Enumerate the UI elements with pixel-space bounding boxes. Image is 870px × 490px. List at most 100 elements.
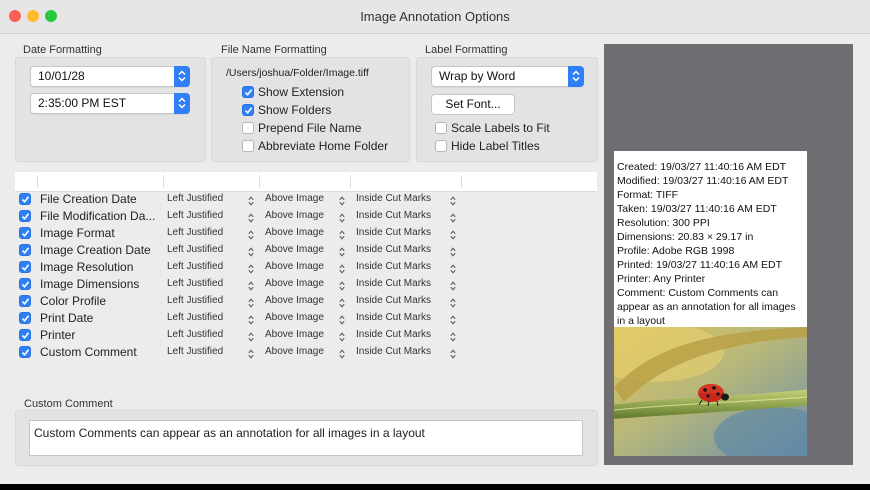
position-popup[interactable]: Above Image — [265, 227, 324, 238]
hide-label-titles-checkbox[interactable] — [435, 140, 447, 152]
table-row[interactable]: Image Format Left Justified Above Image Ins… — [15, 225, 597, 242]
placement-popup[interactable]: Inside Cut Marks — [356, 329, 431, 340]
field-enabled-checkbox[interactable] — [19, 312, 31, 324]
field-enabled-checkbox[interactable] — [19, 278, 31, 290]
table-row[interactable]: Print Date Left Justified Above Image Insid… — [15, 310, 597, 327]
table-row[interactable]: File Creation Date Left Justified Above Im… — [15, 191, 597, 208]
placement-popup[interactable]: Inside Cut Marks — [356, 227, 431, 238]
position-popup[interactable]: Above Image — [265, 346, 324, 357]
file-name-formatting-panel: /Users/joshua/Folder/Image.tiff Show Ext… — [211, 57, 410, 162]
position-popup[interactable]: Above Image — [265, 210, 324, 221]
column-separator — [350, 175, 351, 188]
time-format-popup[interactable]: 2:35:00 PM EST — [30, 93, 190, 114]
column-separator — [259, 175, 260, 188]
table-row[interactable]: Image Resolution Left Justified Above Imag… — [15, 259, 597, 276]
annotation-line: Printed: 19/03/27 11:40:16 AM EDT — [617, 259, 782, 271]
placement-popup[interactable]: Inside Cut Marks — [356, 210, 431, 221]
field-enabled-checkbox[interactable] — [19, 261, 31, 273]
abbreviate-home-folder-label: Abbreviate Home Folder — [258, 139, 389, 153]
custom-comment-text: Custom Comments can appear as an annotat… — [34, 426, 425, 440]
field-name: Image Resolution — [40, 260, 134, 274]
field-enabled-checkbox[interactable] — [19, 295, 31, 307]
field-enabled-checkbox[interactable] — [19, 193, 31, 205]
position-popup[interactable]: Above Image — [265, 193, 324, 204]
field-name: Image Dimensions — [40, 277, 140, 291]
field-enabled-checkbox[interactable] — [19, 210, 31, 222]
position-popup[interactable]: Above Image — [265, 329, 324, 340]
title-bar[interactable]: Image Annotation Options — [0, 0, 870, 34]
prepend-file-name-checkbox[interactable] — [242, 122, 254, 134]
hide-label-titles-label: Hide Label Titles — [451, 139, 540, 153]
position-popup[interactable]: Above Image — [265, 244, 324, 255]
annotation-preview-text: Created: 19/03/27 11:40:16 AM EDT Modifi… — [617, 160, 805, 328]
show-folders-checkbox[interactable] — [242, 104, 254, 116]
wrap-mode-popup[interactable]: Wrap by Word — [431, 66, 584, 87]
annotation-options-window: Image Annotation Options Date Formatting… — [0, 0, 870, 484]
custom-comment-label: Custom Comment — [24, 398, 113, 410]
field-name: Printer — [40, 328, 76, 342]
placement-popup[interactable]: Inside Cut Marks — [356, 244, 431, 255]
annotation-line: Printer: Any Printer — [617, 273, 706, 285]
time-format-value: 2:35:00 PM EST — [38, 96, 127, 110]
annotation-line: appear as an annotation for all images — [617, 301, 796, 313]
set-font-button[interactable]: Set Font... — [431, 94, 515, 115]
column-separator — [163, 175, 164, 188]
table-row[interactable]: Image Dimensions Left Justified Above Imag… — [15, 276, 597, 293]
position-popup[interactable]: Above Image — [265, 261, 324, 272]
window-title: Image Annotation Options — [360, 9, 510, 24]
show-extension-checkbox[interactable] — [242, 86, 254, 98]
field-enabled-checkbox[interactable] — [19, 244, 31, 256]
show-extension-label: Show Extension — [258, 85, 345, 99]
justification-popup[interactable]: Left Justified — [167, 244, 223, 255]
annotation-line: Created: 19/03/27 11:40:16 AM EDT — [617, 161, 787, 173]
annotation-line: Profile: Adobe RGB 1998 — [617, 245, 735, 257]
scale-labels-label: Scale Labels to Fit — [451, 121, 550, 135]
field-name: Image Format — [40, 226, 115, 240]
placement-popup[interactable]: Inside Cut Marks — [356, 346, 431, 357]
justification-popup[interactable]: Left Justified — [167, 227, 223, 238]
date-format-popup[interactable]: 10/01/28 — [30, 66, 190, 87]
field-name: File Creation Date — [40, 192, 137, 206]
table-row[interactable]: Image Creation Date Left Justified Above I… — [15, 242, 597, 259]
justification-popup[interactable]: Left Justified — [167, 295, 223, 306]
table-row[interactable]: Color Profile Left Justified Above Image In… — [15, 293, 597, 310]
position-popup[interactable]: Above Image — [265, 295, 324, 306]
table-row[interactable]: Printer Left Justified Above Image Inside C… — [15, 327, 597, 344]
justification-popup[interactable]: Left Justified — [167, 278, 223, 289]
scale-labels-checkbox[interactable] — [435, 122, 447, 134]
placement-stepper-icon[interactable] — [450, 346, 456, 364]
justification-popup[interactable]: Left Justified — [167, 346, 223, 357]
table-row[interactable]: File Modification Da... Left Justified Abo… — [15, 208, 597, 225]
field-enabled-checkbox[interactable] — [19, 227, 31, 239]
date-format-value: 10/01/28 — [38, 69, 85, 83]
table-row[interactable]: Custom Comment Left Justified Above Image I… — [15, 344, 597, 361]
prepend-file-name-label: Prepend File Name — [258, 121, 362, 135]
annotation-line: Dimensions: 20.83 × 29.17 in — [617, 231, 754, 243]
justification-popup[interactable]: Left Justified — [167, 193, 223, 204]
annotation-line: Resolution: 300 PPI — [617, 217, 710, 229]
annotation-line: Taken: 19/03/27 11:40:16 AM EDT — [617, 203, 777, 215]
field-enabled-checkbox[interactable] — [19, 346, 31, 358]
field-name: Image Creation Date — [40, 243, 151, 257]
justification-popup[interactable]: Left Justified — [167, 312, 223, 323]
field-enabled-checkbox[interactable] — [19, 329, 31, 341]
justification-popup[interactable]: Left Justified — [167, 329, 223, 340]
abbreviate-home-folder-checkbox[interactable] — [242, 140, 254, 152]
position-popup[interactable]: Above Image — [265, 278, 324, 289]
placement-popup[interactable]: Inside Cut Marks — [356, 193, 431, 204]
field-name: File Modification Da... — [40, 209, 156, 223]
justification-stepper-icon[interactable] — [248, 346, 254, 364]
justification-popup[interactable]: Left Justified — [167, 210, 223, 221]
placement-popup[interactable]: Inside Cut Marks — [356, 312, 431, 323]
placement-popup[interactable]: Inside Cut Marks — [356, 278, 431, 289]
wrap-mode-value: Wrap by Word — [439, 69, 516, 83]
field-name: Custom Comment — [40, 345, 137, 359]
justification-popup[interactable]: Left Justified — [167, 261, 223, 272]
column-separator — [37, 175, 38, 188]
placement-popup[interactable]: Inside Cut Marks — [356, 261, 431, 272]
ladybug-photo — [614, 327, 807, 456]
position-popup[interactable]: Above Image — [265, 312, 324, 323]
placement-popup[interactable]: Inside Cut Marks — [356, 295, 431, 306]
position-stepper-icon[interactable] — [339, 346, 345, 364]
custom-comment-field[interactable]: Custom Comments can appear as an annotat… — [29, 420, 583, 456]
